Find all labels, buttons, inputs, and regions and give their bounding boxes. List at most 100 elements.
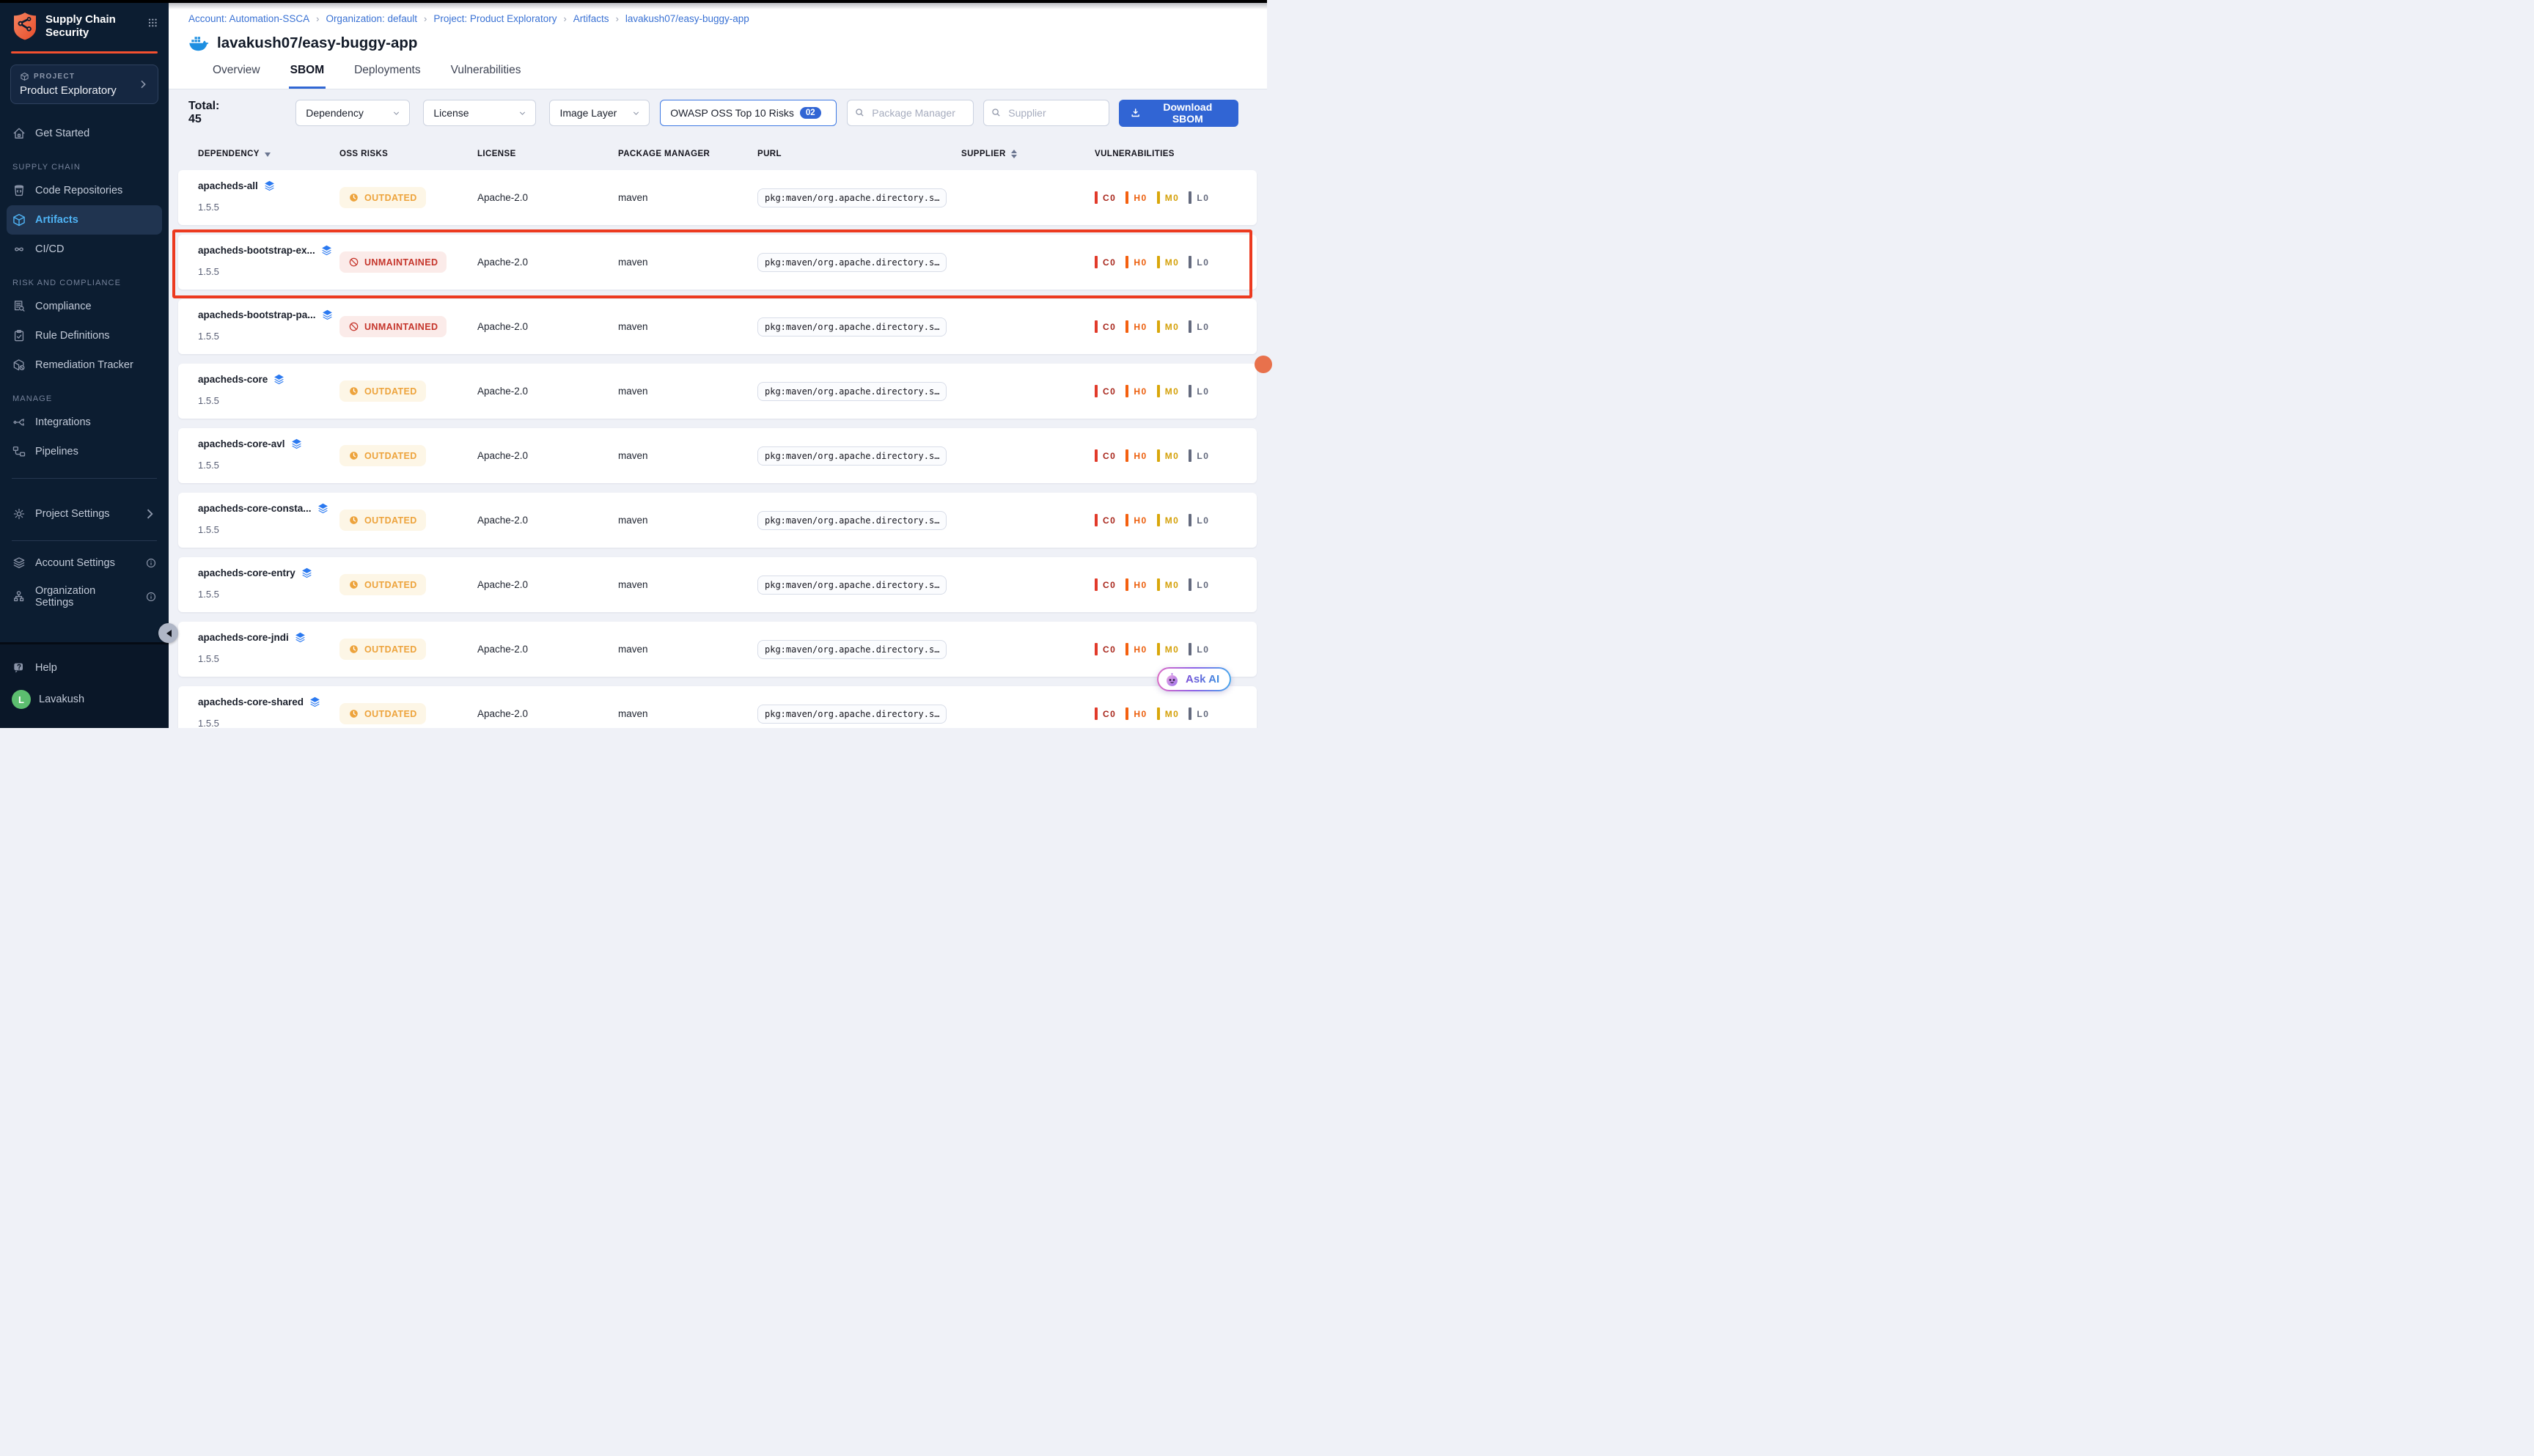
breadcrumb-link[interactable]: Artifacts [573,13,609,24]
sort-descending-icon[interactable] [265,152,271,160]
critical-count: C0 [1095,514,1116,526]
sidebar-item-code-repositories[interactable]: Code Repositories [0,176,169,205]
section-header-risk-compliance: RISK AND COMPLIANCE [12,279,169,287]
sort-icon[interactable] [1011,147,1017,161]
medium-count: M0 [1157,643,1180,655]
remediation-cube-icon [12,358,26,372]
medium-count: M0 [1157,191,1180,204]
vulnerabilities-cell: C0 H0 M0 L0 [1095,514,1257,526]
sidebar-item-project-settings[interactable]: Project Settings [0,499,169,529]
table-row[interactable]: apacheds-bootstrap-pa... 1.5.5 UNMAINTAI… [178,299,1257,354]
sidebar-collapse-button[interactable] [158,623,178,643]
sidebar-item-integrations[interactable]: Integrations [0,408,169,437]
dependency-cell: apacheds-core-avl 1.5.5 [198,428,339,483]
sidebar-item-artifacts[interactable]: Artifacts [7,205,162,235]
grid-dots-icon[interactable] [147,16,158,29]
medium-count: M0 [1157,385,1180,397]
tab-sbom[interactable]: SBOM [289,64,326,89]
sidebar-item-account-settings[interactable]: Account Settings [0,548,169,578]
sidebar-item-pipelines[interactable]: Pipelines [0,437,169,466]
info-icon[interactable] [145,557,157,569]
critical-count: C0 [1095,643,1116,655]
dependency-filter-dropdown[interactable]: Dependency [295,100,410,126]
high-count: H0 [1125,578,1147,591]
purl-chip: pkg:maven/org.apache.directory.s… [757,576,947,595]
sidebar-item-ci-cd[interactable]: CI/CD [0,235,169,264]
tab-vulnerabilities[interactable]: Vulnerabilities [449,64,523,89]
image-layer-filter-dropdown[interactable]: Image Layer [549,100,650,126]
breadcrumb-link[interactable]: Organization: default [326,13,417,24]
oss-risk-badge: OUTDATED [339,703,426,724]
purl-cell: pkg:maven/org.apache.directory.s… [757,640,961,659]
purl-cell: pkg:maven/org.apache.directory.s… [757,511,961,530]
critical-count: C0 [1095,191,1116,204]
page-header: Account: Automation-SSCA› Organization: … [169,0,1267,89]
column-header-dependency[interactable]: DEPENDENCY [198,149,339,160]
app-title: Supply Chain Security [45,12,140,40]
table-row[interactable]: apacheds-core 1.5.5 OUTDATED Apache-2.0 … [178,364,1257,419]
sidebar-item-help[interactable]: Help [0,653,169,683]
org-chart-icon [12,589,26,604]
license-filter-dropdown[interactable]: License [423,100,536,126]
clock-icon [348,450,359,461]
project-name: Product Exploratory [20,84,137,97]
layers-icon [320,244,333,257]
table-row[interactable]: apacheds-core-consta... 1.5.5 OUTDATED A… [178,493,1257,548]
column-header-supplier[interactable]: SUPPLIER [961,147,1095,161]
medium-count: M0 [1157,578,1180,591]
sidebar-item-remediation-tracker[interactable]: Remediation Tracker [0,350,169,380]
dependency-name: apacheds-all [198,180,258,191]
purl-chip: pkg:maven/org.apache.directory.s… [757,253,947,272]
table-row[interactable]: apacheds-bootstrap-ex... 1.5.5 UNMAINTAI… [178,235,1257,290]
high-count: H0 [1125,449,1147,462]
dependency-name: apacheds-core-entry [198,567,295,578]
high-count: H0 [1125,191,1147,204]
column-header-purl: PURL [757,150,961,158]
oss-risk-badge: OUTDATED [339,445,426,466]
purl-chip: pkg:maven/org.apache.directory.s… [757,382,947,401]
medium-count: M0 [1157,707,1180,720]
tab-overview[interactable]: Overview [211,64,262,89]
purl-chip: pkg:maven/org.apache.directory.s… [757,446,947,466]
purl-chip: pkg:maven/org.apache.directory.s… [757,511,947,530]
breadcrumb-link[interactable]: Project: Product Exploratory [433,13,557,24]
project-selector[interactable]: PROJECT Product Exploratory [10,65,158,104]
table-row[interactable]: apacheds-core-jndi 1.5.5 OUTDATED Apache… [178,622,1257,677]
supplier-input[interactable] [983,100,1109,126]
download-sbom-button[interactable]: Download SBOM [1119,100,1238,127]
layers-icon [294,631,306,644]
breadcrumb-link[interactable]: Account: Automation-SSCA [188,13,309,24]
sidebar-item-compliance[interactable]: Compliance [0,292,169,321]
sidebar-item-rule-definitions[interactable]: Rule Definitions [0,321,169,350]
oss-risk-badge: OUTDATED [339,187,426,208]
tab-deployments[interactable]: Deployments [353,64,422,89]
high-count: H0 [1125,385,1147,397]
ask-ai-button[interactable]: Ask AI [1157,667,1231,691]
ai-bot-icon [1164,671,1180,688]
sidebar-item-label: Artifacts [35,214,78,226]
high-count: H0 [1125,256,1147,268]
filter-toolbar: Total: 45 Dependency License Image Layer… [169,89,1267,136]
layers-icon [263,180,276,192]
package-manager-cell: maven [618,644,757,655]
sidebar-item-get-started[interactable]: Get Started [0,119,169,148]
package-manager-cell: maven [618,386,757,397]
table-row[interactable]: apacheds-core-entry 1.5.5 OUTDATED Apach… [178,557,1257,612]
clock-icon [348,579,359,590]
table-row[interactable]: apacheds-all 1.5.5 OUTDATED Apache-2.0 m… [178,170,1257,225]
license-cell: Apache-2.0 [477,515,618,526]
oss-risk-badge: OUTDATED [339,574,426,595]
user-menu[interactable]: L Lavakush [0,683,169,716]
sidebar-item-organization-settings[interactable]: Organization Settings [0,578,169,616]
owasp-risks-filter-dropdown[interactable]: OWASP OSS Top 10 Risks 02 [660,100,837,126]
package-manager-input[interactable] [847,100,974,126]
table-row[interactable]: apacheds-core-avl 1.5.5 OUTDATED Apache-… [178,428,1257,483]
sidebar: Supply Chain Security PROJECT Product Ex… [0,0,169,728]
pipelines-icon [12,444,26,459]
table-row[interactable]: apacheds-core-shared 1.5.5 OUTDATED Apac… [178,686,1257,728]
info-icon[interactable] [145,591,157,603]
package-manager-cell: maven [618,708,757,719]
search-icon [991,107,1002,118]
breadcrumb-link[interactable]: lavakush07/easy-buggy-app [625,13,749,24]
layers-icon [321,309,334,321]
